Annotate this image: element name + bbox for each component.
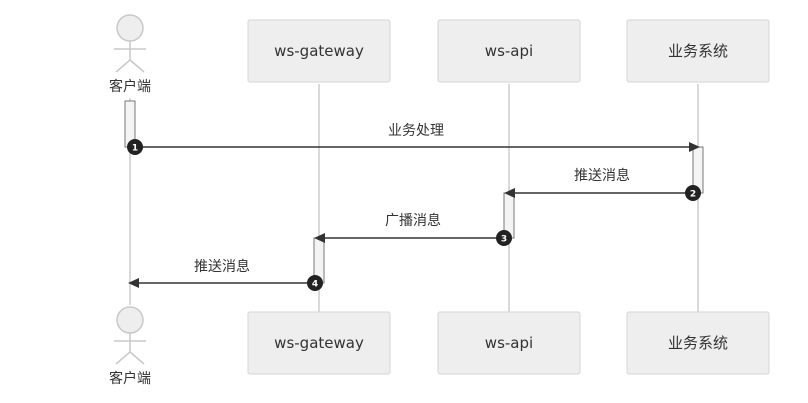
step-badge-2-text: 2 xyxy=(690,190,696,200)
participant-gateway-label-bottom: ws-gateway xyxy=(274,334,364,352)
participant-api-label-top: ws-api xyxy=(485,42,533,60)
participant-biz-bottom: 业务系统 xyxy=(626,311,770,375)
participant-api-top: ws-api xyxy=(437,19,581,83)
actor-left-leg xyxy=(115,59,131,73)
message-2-label: 推送消息 xyxy=(574,167,630,184)
message-4: 推送消息 4 xyxy=(128,258,323,291)
message-3: 广播消息 3 xyxy=(314,212,512,246)
message-1: 业务处理 1 xyxy=(127,123,700,155)
message-3-label: 广播消息 xyxy=(385,212,441,229)
actor-client-label-bottom: 客户端 xyxy=(109,370,151,387)
participant-api-bottom: ws-api xyxy=(437,311,581,375)
actor-head-icon xyxy=(116,306,144,334)
step-badge-1-text: 1 xyxy=(132,144,138,154)
message-2: 推送消息 2 xyxy=(504,167,701,201)
actor-client-bottom: 客户端 xyxy=(109,306,151,387)
sequence-diagram: 客户端 ws-gateway ws-api 业务系统 业务处理 1 推送消息 2… xyxy=(109,14,770,387)
actor-client-label-top: 客户端 xyxy=(109,78,151,95)
participant-biz-top: 业务系统 xyxy=(626,19,770,83)
actor-head-icon xyxy=(116,14,144,42)
participant-gateway-bottom: ws-gateway xyxy=(247,311,391,375)
participant-gateway-label-top: ws-gateway xyxy=(274,42,364,60)
participant-api-label-bottom: ws-api xyxy=(485,334,533,352)
step-badge-4-text: 4 xyxy=(312,280,318,290)
participant-biz-label-top: 业务系统 xyxy=(668,42,728,60)
actor-left-leg xyxy=(115,351,131,365)
message-4-label: 推送消息 xyxy=(194,258,250,275)
actor-right-leg xyxy=(129,351,145,365)
message-1-label: 业务处理 xyxy=(388,123,444,139)
actor-client-top: 客户端 xyxy=(109,14,151,95)
participant-gateway-top: ws-gateway xyxy=(247,19,391,83)
actor-right-leg xyxy=(129,59,145,73)
participant-biz-label-bottom: 业务系统 xyxy=(668,334,728,352)
step-badge-3-text: 3 xyxy=(501,235,507,245)
